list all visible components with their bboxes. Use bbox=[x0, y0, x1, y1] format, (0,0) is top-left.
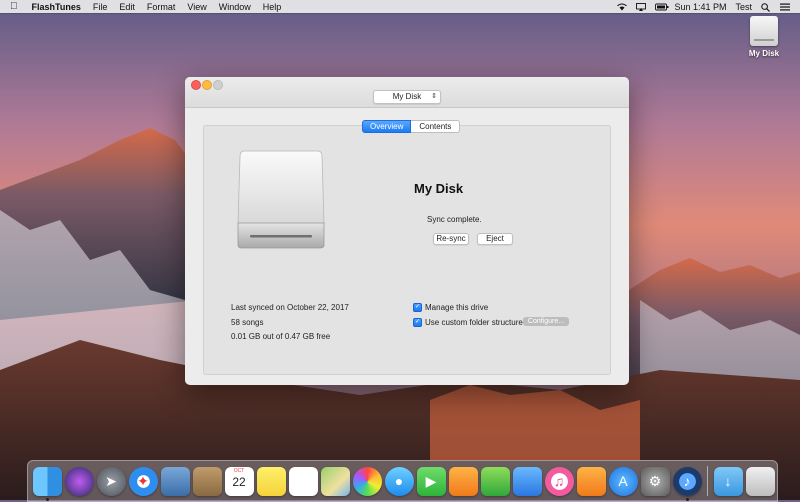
system-preferences-icon[interactable]: ⚙ bbox=[640, 466, 670, 496]
menu-user[interactable]: Test bbox=[735, 2, 752, 12]
disk-select-dropdown[interactable]: My Disk ⇕ bbox=[373, 90, 441, 104]
custom-folder-label: Use custom folder structure bbox=[425, 318, 523, 327]
custom-folder-checkbox[interactable]: ✓ Use custom folder structure bbox=[413, 318, 523, 327]
desktop-disk-label: My Disk bbox=[748, 49, 780, 58]
trash-icon[interactable] bbox=[745, 466, 775, 496]
apple-menu-icon[interactable]:  bbox=[10, 1, 18, 12]
checkmark-icon: ✓ bbox=[413, 318, 422, 327]
facetime-icon[interactable]: ▶ bbox=[416, 466, 446, 496]
photos-icon[interactable] bbox=[352, 466, 382, 496]
window-close-button[interactable] bbox=[191, 80, 201, 90]
dock-separator bbox=[707, 466, 708, 496]
eject-button[interactable]: Eject bbox=[477, 233, 513, 245]
window-zoom-button[interactable] bbox=[213, 80, 223, 90]
menu-bar:  FlashTunes File Edit Format View Windo… bbox=[0, 0, 800, 13]
tab-overview[interactable]: Overview bbox=[362, 120, 412, 133]
disk-name-heading: My Disk bbox=[414, 181, 464, 196]
notes-icon[interactable] bbox=[256, 466, 286, 496]
finder-icon[interactable] bbox=[32, 466, 62, 501]
menu-edit[interactable]: Edit bbox=[119, 2, 135, 12]
keynote-icon[interactable] bbox=[512, 466, 542, 496]
large-drive-icon bbox=[237, 150, 325, 249]
tab-contents[interactable]: Contents bbox=[411, 120, 461, 133]
desktop-disk-item[interactable]: My Disk bbox=[744, 16, 784, 58]
resync-button[interactable]: Re-sync bbox=[433, 233, 469, 245]
flashtunes-window: My Disk ⇕ Overview Contents My Disk Sync… bbox=[185, 77, 629, 385]
up-down-chevron-icon: ⇕ bbox=[431, 93, 437, 100]
checkmark-icon: ✓ bbox=[413, 303, 422, 312]
contacts-icon[interactable] bbox=[192, 466, 222, 496]
spotlight-search-icon[interactable] bbox=[761, 2, 771, 12]
external-drive-icon bbox=[750, 16, 778, 46]
battery-icon[interactable] bbox=[655, 3, 669, 11]
song-count-text: 58 songs bbox=[231, 318, 264, 327]
safari-icon[interactable]: ✦ bbox=[128, 466, 158, 496]
photo-viewer-icon[interactable] bbox=[160, 466, 190, 496]
menu-app-name[interactable]: FlashTunes bbox=[32, 2, 81, 12]
capacity-text: 0.01 GB out of 0.47 GB free bbox=[231, 332, 331, 341]
disk-select-value: My Disk bbox=[392, 92, 422, 101]
calendar-month: OCT bbox=[233, 467, 245, 474]
reminders-icon[interactable] bbox=[288, 466, 318, 496]
wifi-icon[interactable] bbox=[617, 3, 628, 11]
tab-bar: Overview Contents bbox=[362, 120, 461, 133]
maps-icon[interactable] bbox=[320, 466, 350, 496]
launchpad-icon[interactable]: ➤ bbox=[96, 466, 126, 496]
window-minimize-button[interactable] bbox=[202, 80, 212, 90]
app-store-icon[interactable]: A bbox=[608, 466, 638, 496]
dock: ➤ ✦ OCT 22 ● ▶ ♫ A ⚙ ♪ ↓ bbox=[27, 460, 778, 502]
menu-file[interactable]: File bbox=[93, 2, 108, 12]
manage-drive-checkbox[interactable]: ✓ Manage this drive bbox=[413, 303, 488, 312]
numbers-icon[interactable] bbox=[480, 466, 510, 496]
notification-center-icon[interactable] bbox=[780, 3, 790, 11]
sync-status-text: Sync complete. bbox=[427, 215, 482, 224]
menu-format[interactable]: Format bbox=[147, 2, 176, 12]
calendar-icon[interactable]: OCT 22 bbox=[224, 466, 254, 496]
messages-icon[interactable]: ● bbox=[384, 466, 414, 496]
downloads-folder-icon[interactable]: ↓ bbox=[713, 466, 743, 496]
siri-icon[interactable] bbox=[64, 466, 94, 496]
last-synced-text: Last synced on October 22, 2017 bbox=[231, 303, 349, 312]
airplay-icon[interactable] bbox=[636, 2, 647, 11]
configure-button[interactable]: Configure... bbox=[523, 317, 569, 326]
menu-view[interactable]: View bbox=[187, 2, 206, 12]
window-titlebar[interactable]: My Disk ⇕ bbox=[185, 77, 629, 108]
pages-icon[interactable] bbox=[448, 466, 478, 496]
flashtunes-app-icon[interactable]: ♪ bbox=[672, 466, 702, 501]
menu-help[interactable]: Help bbox=[263, 2, 282, 12]
manage-drive-label: Manage this drive bbox=[425, 303, 489, 312]
ibooks-icon[interactable] bbox=[576, 466, 606, 496]
menu-clock[interactable]: Sun 1:41 PM bbox=[674, 2, 726, 12]
calendar-day: 22 bbox=[232, 474, 246, 489]
menu-window[interactable]: Window bbox=[219, 2, 251, 12]
itunes-icon[interactable]: ♫ bbox=[544, 466, 574, 496]
